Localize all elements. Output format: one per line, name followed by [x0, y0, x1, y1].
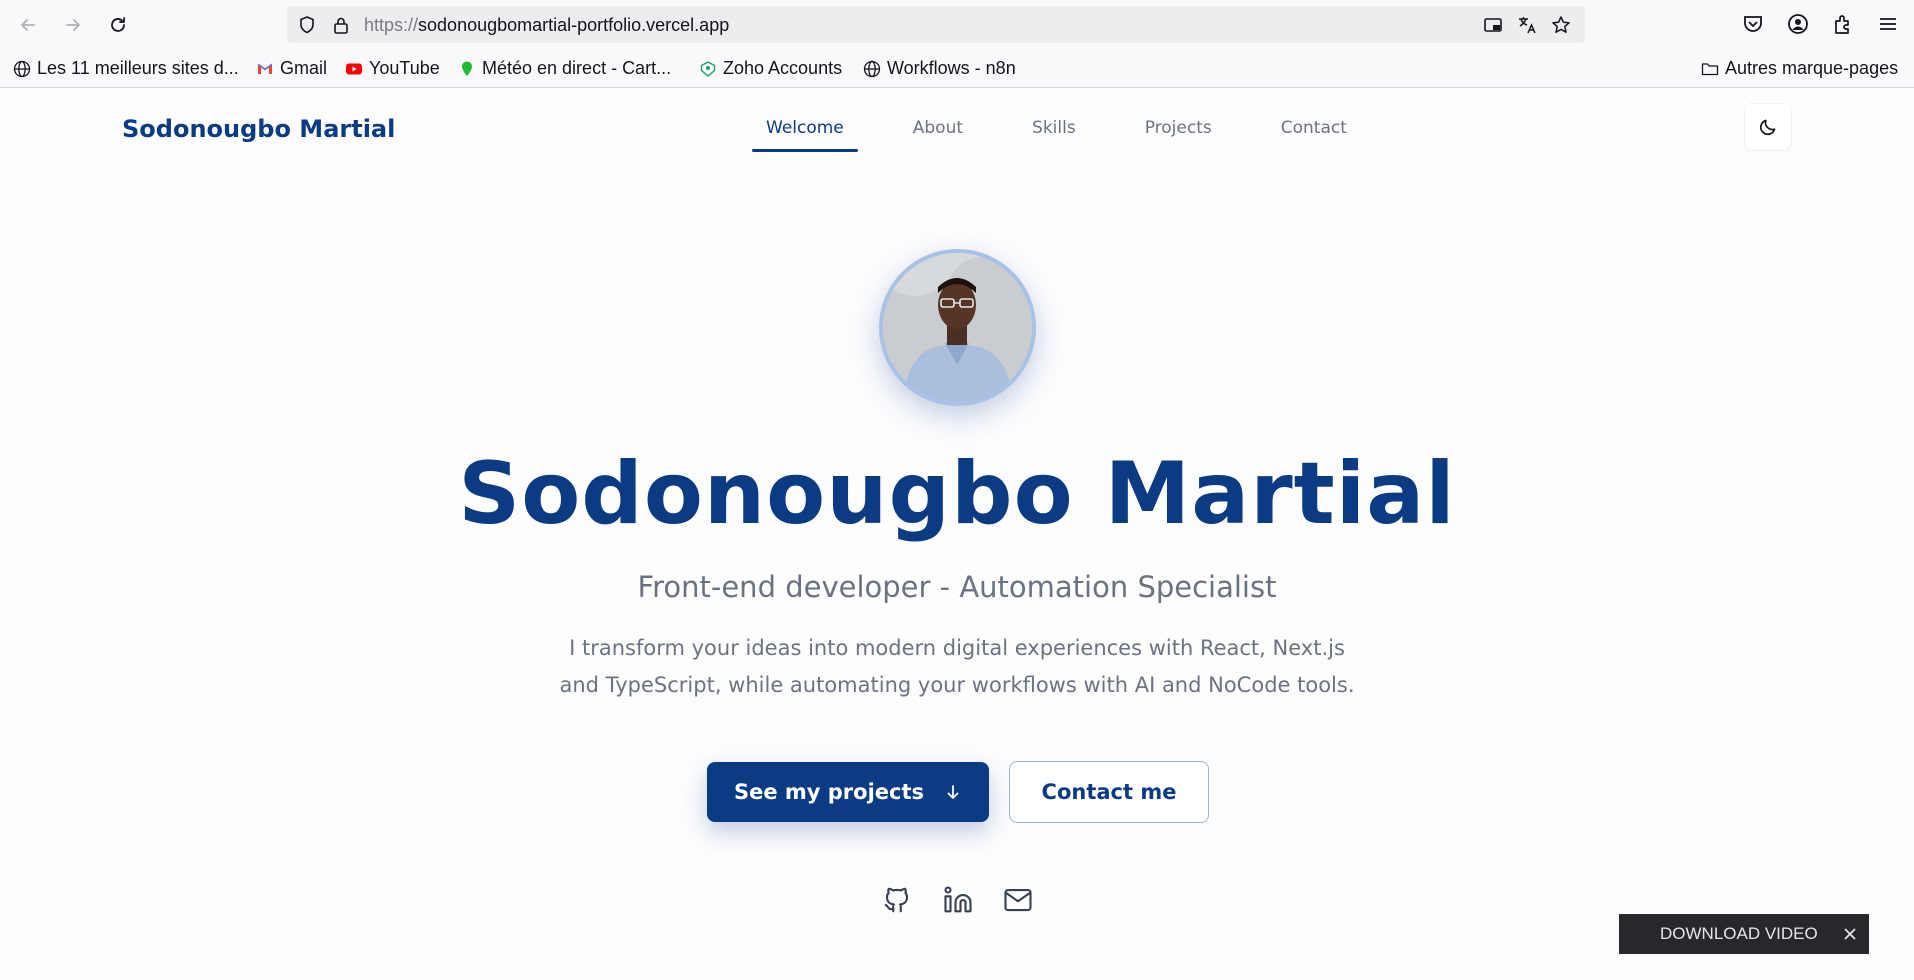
reload-icon: [111, 17, 125, 32]
close-icon: [1844, 928, 1856, 940]
pocket-icon[interactable]: [1741, 12, 1765, 36]
nav-welcome[interactable]: Welcome: [752, 118, 858, 152]
hero-subtitle: Front-end developer - Automation Special…: [637, 570, 1277, 604]
extensions-icon[interactable]: [1831, 12, 1855, 36]
url-bar[interactable]: https://sodonougbomartial-portfolio.verc…: [287, 6, 1585, 43]
url-protocol: https://: [364, 15, 419, 35]
other-bookmarks-label: Autres marque-pages: [1725, 58, 1899, 78]
bookmark-label: Météo en direct - Cart...: [482, 58, 672, 78]
translate-icon[interactable]: [1517, 15, 1537, 35]
hero-description: I transform your ideas into modern digit…: [559, 636, 1355, 697]
arrow-left-icon: [21, 19, 35, 31]
close-download-bar-button[interactable]: [1839, 923, 1861, 945]
weather-icon: [462, 61, 472, 76]
nav-about[interactable]: About: [899, 118, 977, 152]
profile-photo-image: [883, 253, 1032, 402]
contact-me-button[interactable]: Contact me: [1009, 761, 1209, 823]
nav-skills[interactable]: Skills: [1018, 118, 1090, 152]
zoho-icon: [700, 60, 716, 77]
bookmark-label: Workflows - n8n: [887, 58, 1016, 78]
see-projects-label: See my projects: [733, 780, 925, 804]
globe-icon: [863, 60, 881, 77]
lock-icon[interactable]: [331, 15, 351, 35]
theme-toggle-button[interactable]: [1744, 103, 1792, 151]
back-button[interactable]: [13, 10, 43, 40]
bookmark-item[interactable]: Zoho Accounts: [699, 58, 842, 79]
arrow-down-icon: [947, 785, 959, 799]
url-host: sodonougbomartial-portfolio.vercel.app: [418, 15, 730, 35]
see-projects-button[interactable]: See my projects: [707, 762, 989, 822]
other-bookmarks[interactable]: Autres marque-pages: [1701, 58, 1898, 79]
linkedin-link[interactable]: [941, 883, 975, 917]
github-link[interactable]: [880, 883, 914, 917]
youtube-icon: [346, 63, 362, 74]
bookmark-item[interactable]: Gmail: [256, 58, 327, 79]
app-menu-icon[interactable]: [1876, 12, 1900, 36]
moon-icon: [1759, 119, 1776, 136]
bookmark-label: YouTube: [369, 58, 440, 78]
bookmark-item[interactable]: Les 11 meilleurs sites d...: [13, 58, 239, 79]
globe-icon: [13, 60, 31, 77]
linkedin-icon: [944, 886, 972, 913]
download-video-label[interactable]: DOWNLOAD VIDEO: [1660, 924, 1818, 944]
download-video-bar[interactable]: DOWNLOAD VIDEO: [1619, 914, 1869, 954]
bookmarks-bar: Les 11 meilleurs sites d... Gmail YouTub…: [0, 48, 1914, 88]
bookmark-label: Gmail: [280, 58, 328, 78]
bookmark-item[interactable]: Météo en direct - Cart...: [458, 58, 671, 79]
hero-name: Sodonougbo Martial: [458, 444, 1456, 544]
url-text[interactable]: https://sodonougbomartial-portfolio.verc…: [364, 15, 729, 36]
bookmark-label: Les 11 meilleurs sites d...: [37, 58, 239, 78]
arrow-right-icon: [66, 19, 80, 31]
portfolio-page: Sodonougbo Martial Welcome About Skills …: [0, 89, 1914, 980]
bookmark-label: Zoho Accounts: [723, 58, 843, 78]
reload-button[interactable]: [103, 10, 133, 40]
folder-icon: [1701, 62, 1719, 75]
forward-button[interactable]: [58, 10, 88, 40]
nav-contact[interactable]: Contact: [1267, 118, 1361, 152]
picture-in-picture-icon[interactable]: [1483, 15, 1503, 35]
browser-toolbar: https://sodonougbomartial-portfolio.verc…: [0, 0, 1914, 48]
shield-icon[interactable]: [297, 15, 317, 35]
nav-projects[interactable]: Projects: [1131, 118, 1226, 152]
star-icon[interactable]: [1551, 15, 1571, 35]
bookmark-item[interactable]: YouTube: [345, 58, 440, 79]
github-icon: [884, 887, 909, 913]
contact-me-label: Contact me: [1041, 780, 1177, 804]
profile-photo: [879, 249, 1036, 406]
account-icon[interactable]: [1786, 12, 1810, 36]
email-link[interactable]: [1001, 883, 1035, 917]
bookmark-item[interactable]: Workflows - n8n: [863, 58, 1016, 79]
site-brand[interactable]: Sodonougbo Martial: [122, 115, 395, 143]
gmail-icon: [257, 63, 273, 74]
site-nav: Welcome About Skills Projects Contact: [752, 118, 1361, 152]
mail-icon: [1004, 888, 1032, 912]
